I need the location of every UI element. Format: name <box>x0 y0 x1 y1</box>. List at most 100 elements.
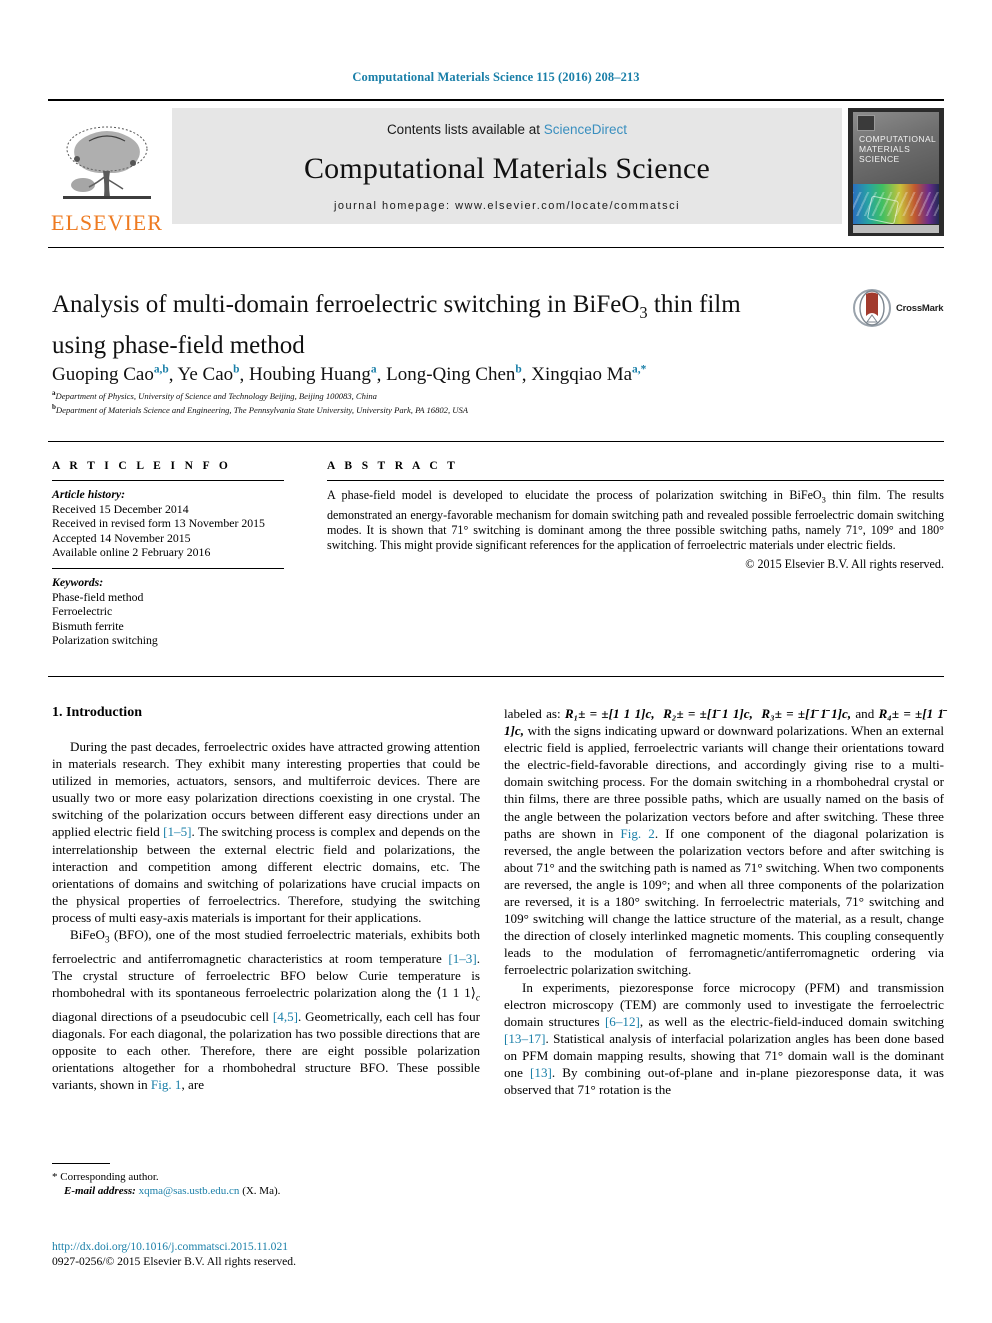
title-subscript: 3 <box>639 303 648 322</box>
cover-title-text: COMPUTATIONAL MATERIALS SCIENCE <box>859 134 936 164</box>
sciencedirect-link[interactable]: ScienceDirect <box>544 122 627 137</box>
author-4-name: Long-Qing Chen <box>386 364 516 386</box>
r1-lead: labeled as: <box>504 706 565 721</box>
r2-text-b: , as well as the electric-field-induced … <box>639 1013 944 1029</box>
journal-homepage-line[interactable]: journal homepage: www.elsevier.com/locat… <box>334 200 680 212</box>
body-right-column: labeled as: R₁± = ±[1 1 1]c, R₂± = ±[1̄ … <box>504 705 944 1098</box>
paragraph-intro-2: BiFeO3 (BFO), one of the most studied fe… <box>52 926 480 1093</box>
corresponding-author-footnote: * Corresponding author. E-mail address: … <box>52 1170 482 1198</box>
journal-title: Computational Materials Science <box>303 151 711 185</box>
keyword-2: Bismuth ferrite <box>52 618 124 633</box>
elsevier-logo: ELSEVIER <box>48 108 166 236</box>
contents-prefix: Contents lists available at <box>386 122 544 137</box>
citation-13-17[interactable]: [13–17] <box>504 1031 545 1046</box>
equation-conjunction: and <box>855 706 875 721</box>
footnote-divider <box>52 1163 110 1164</box>
p1-text-b: . The switching process is complex and d… <box>52 824 481 925</box>
keyword-1: Ferroelectric <box>52 604 113 619</box>
citation-1-5[interactable]: [1–5] <box>163 824 191 839</box>
contents-available-line: Contents lists available at ScienceDirec… <box>387 122 627 137</box>
citation-6-12[interactable]: [6–12] <box>605 1014 640 1029</box>
email-line: E-mail address: xqma@sas.ustb.edu.cn (X.… <box>52 1184 482 1198</box>
corresponding-marker: * <box>52 1171 58 1183</box>
r1-text-a: with the signs indicating upward or down… <box>504 723 944 841</box>
corresponding-text: Corresponding author. <box>60 1171 159 1183</box>
paragraph-right-1: labeled as: R₁± = ±[1 1 1]c, R₂± = ±[1̄ … <box>504 705 944 979</box>
section-heading-introduction: 1. Introduction <box>52 705 142 720</box>
author-4-affil-mark: b <box>515 364 522 376</box>
equation-r2: R₂± = ±[1̄ 1 1]c, <box>663 706 753 721</box>
body-section-divider <box>48 676 944 677</box>
history-item-0: Received 15 December 2014 <box>52 501 189 516</box>
title-divider <box>48 247 944 248</box>
r2-text-d: . By combining out-of-plane and in-plane… <box>504 1064 944 1098</box>
author-5-name: Xingqiao Ma <box>531 364 633 386</box>
cover-title-line1: COMPUTATIONAL <box>859 134 937 144</box>
citation-4-5[interactable]: [4,5] <box>273 1009 298 1024</box>
body-left-column: 1. Introduction During the past decades,… <box>52 705 480 1093</box>
author-1-affil-mark: a,b <box>153 364 169 376</box>
crossmark-badge[interactable]: CrossMark <box>852 286 944 330</box>
author-2-name: Ye Cao <box>177 364 234 386</box>
author-list: Guoping Caoa,b, Ye Caob, Houbing Huanga,… <box>52 364 647 386</box>
paper-page: Computational Materials Science 115 (201… <box>0 0 992 1323</box>
elsevier-wordmark: ELSEVIER <box>51 210 163 235</box>
cover-hexagon-shape <box>866 195 900 224</box>
cover-title-line3: SCIENCE <box>859 154 900 164</box>
p2-text-f: , are <box>181 1077 205 1092</box>
author-3-name: Houbing Huang <box>249 364 371 386</box>
affiliation-b: bDepartment of Materials Science and Eng… <box>52 402 882 416</box>
footer-doi-block: http://dx.doi.org/10.1016/j.commatsci.20… <box>52 1240 482 1269</box>
title-line-2: using phase-field method <box>52 332 305 359</box>
p2-text-d: diagonal directions of a pseudocubic cel… <box>52 1008 273 1024</box>
abstract-part-1: A phase-field model is developed to eluc… <box>327 488 822 502</box>
article-info-heading: A R T I C L E I N F O <box>52 460 232 472</box>
history-item-3: Available online 2 February 2016 <box>52 545 211 560</box>
author-5-affil-mark: a,* <box>632 364 647 376</box>
running-head: Computational Materials Science 115 (201… <box>352 70 640 84</box>
history-item-1: Received in revised form 13 November 201… <box>52 516 265 531</box>
corresponding-author-line: * Corresponding author. <box>52 1170 482 1184</box>
abstract-column: A B S T R A C T A phase-field model is d… <box>327 460 944 572</box>
author-2: Ye Caob <box>178 364 240 385</box>
cover-top-panel: COMPUTATIONAL MATERIALS SCIENCE <box>853 112 939 184</box>
affiliation-list: aDepartment of Physics, University of Sc… <box>52 388 882 417</box>
citation-1-3[interactable]: [1–3] <box>448 951 476 966</box>
journal-masthead: ELSEVIER Contents lists available at Sci… <box>48 99 944 236</box>
figure-ref-2[interactable]: Fig. 2 <box>620 826 654 841</box>
paragraph-right-2: In experiments, piezoresponse force micr… <box>504 979 944 1099</box>
article-info-rule <box>52 480 284 481</box>
abstract-text: A phase-field model is developed to eluc… <box>327 488 944 553</box>
doi-link[interactable]: http://dx.doi.org/10.1016/j.commatsci.20… <box>52 1240 482 1255</box>
crossmark-icon <box>852 288 892 328</box>
elsevier-tree-icon <box>63 126 151 199</box>
email-address-link[interactable]: xqma@sas.ustb.edu.cn <box>139 1185 240 1197</box>
article-history-block: Article history: Received 15 December 20… <box>52 487 302 560</box>
keyword-3: Polarization switching <box>52 633 158 648</box>
author-3-affil-mark: a <box>370 364 377 376</box>
page-title: Analysis of multi-domain ferroelectric s… <box>52 288 772 362</box>
r1-text-b: . If one component of the diagonal polar… <box>504 825 945 978</box>
issn-copyright-line: 0927-0256/© 2015 Elsevier B.V. All right… <box>52 1254 296 1268</box>
article-info-column: A R T I C L E I N F O Article history: R… <box>52 460 302 648</box>
title-part-2: thin film <box>647 291 741 318</box>
keywords-block: Keywords: Phase-field method Ferroelectr… <box>52 575 302 648</box>
equation-r3: R₃± = ±[1̄ 1̄ 1]c, <box>761 706 852 721</box>
figure-ref-1[interactable]: Fig. 1 <box>151 1077 182 1092</box>
author-2-affil-mark: b <box>233 364 240 376</box>
paragraph-intro-1: During the past decades, ferroelectric o… <box>52 738 480 926</box>
affiliation-b-text: Department of Materials Science and Engi… <box>55 405 469 416</box>
masthead-center-panel: Contents lists available at ScienceDirec… <box>172 108 842 224</box>
citation-13[interactable]: [13] <box>530 1065 552 1080</box>
affiliation-a: aDepartment of Physics, University of Sc… <box>52 388 882 402</box>
p2-text-b: (BFO), one of the most studied ferroelec… <box>52 927 480 966</box>
author-5: Xingqiao Maa,* <box>531 364 646 385</box>
email-owner: (X. Ma). <box>242 1185 281 1197</box>
title-part-1: Analysis of multi-domain ferroelectric s… <box>52 291 640 318</box>
keyword-0: Phase-field method <box>52 589 144 604</box>
abstract-heading: A B S T R A C T <box>327 460 459 472</box>
email-label: E-mail address: <box>64 1185 136 1197</box>
affiliation-a-text: Department of Physics, University of Sci… <box>55 390 377 401</box>
p2-text-a: BiFeO <box>70 927 105 943</box>
abstract-rule <box>327 480 944 481</box>
